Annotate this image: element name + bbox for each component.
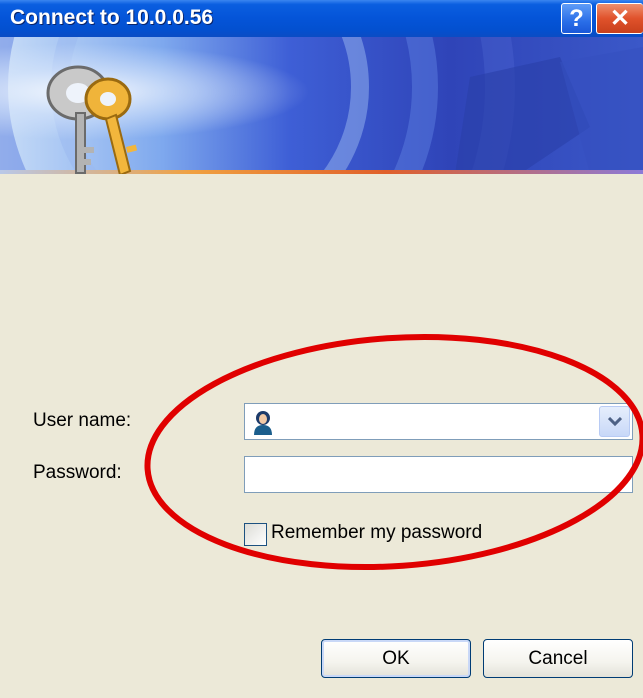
chevron-down-icon [608,417,622,427]
remember-password-checkbox[interactable] [244,523,267,546]
close-button[interactable]: ✕ [596,3,643,34]
password-field[interactable] [244,456,633,493]
connect-dialog: Connect to 10.0.0.56 ? ✕ User name: Pass… [0,0,643,698]
window-title: Connect to 10.0.0.56 [10,6,214,29]
user-icon [254,411,272,435]
banner-graphic [0,37,643,174]
username-combobox[interactable] [244,403,633,440]
ok-button[interactable]: OK [321,639,471,678]
cancel-button[interactable]: Cancel [483,639,633,678]
help-button[interactable]: ? [561,3,592,34]
banner [0,37,643,174]
remember-password-label[interactable]: Remember my password [271,522,482,544]
username-dropdown-button[interactable] [599,406,630,437]
password-label: Password: [33,462,122,483]
title-bar[interactable]: Connect to 10.0.0.56 ? ✕ [0,0,643,37]
username-label: User name: [33,410,132,431]
